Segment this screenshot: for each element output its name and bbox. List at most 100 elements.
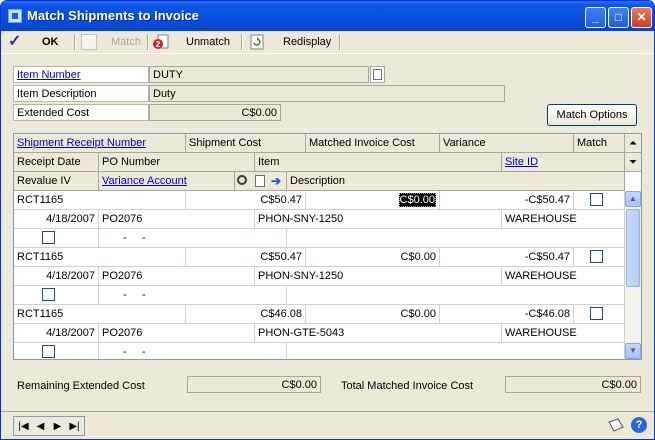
redisplay-button[interactable]: Redisplay bbox=[249, 33, 335, 52]
maximize-button[interactable]: □ bbox=[608, 7, 629, 28]
item-cell: PHON-SNY-1250 bbox=[255, 267, 502, 286]
matched-invoice-cost-cell[interactable]: C$0.00 bbox=[306, 191, 440, 210]
refresh-icon bbox=[249, 34, 265, 50]
shipment-cost-header: Shipment Cost bbox=[186, 134, 306, 153]
receipt-date-cell: 4/18/2007 bbox=[14, 267, 99, 286]
match-checkbox[interactable] bbox=[590, 307, 603, 320]
next-record-icon[interactable]: ▶ bbox=[49, 418, 66, 435]
match-checkbox[interactable] bbox=[590, 193, 603, 206]
ok-label: OK bbox=[42, 36, 59, 48]
minimize-button[interactable]: _ bbox=[585, 7, 606, 28]
search-icon[interactable] bbox=[237, 175, 247, 185]
match-button[interactable]: Match bbox=[81, 33, 145, 52]
description-cell bbox=[287, 343, 625, 359]
matched-invoice-cost-value[interactable]: C$0.00 bbox=[401, 308, 436, 320]
site-id-cell: WAREHOUSE bbox=[502, 324, 625, 343]
shipment-cost-cell: C$46.08 bbox=[186, 305, 306, 324]
expand-rows-icon[interactable]: ⏷ bbox=[625, 153, 641, 172]
arrow-right-icon[interactable]: ➔ bbox=[271, 172, 281, 190]
svg-text:2: 2 bbox=[156, 40, 161, 49]
match-label: Match bbox=[111, 36, 141, 48]
receipt-number-cell[interactable]: RCT1165 bbox=[14, 305, 186, 324]
match-cell bbox=[574, 305, 625, 324]
scroll-up-icon[interactable]: ▲ bbox=[625, 191, 641, 207]
redisplay-label: Redisplay bbox=[283, 36, 332, 48]
match-options-button[interactable]: Match Options bbox=[547, 104, 637, 126]
window-icon bbox=[8, 9, 22, 23]
revalue-iv-cell bbox=[14, 343, 99, 359]
title-bar[interactable]: Match Shipments to Invoice _ □ ✕ bbox=[1, 1, 654, 31]
scroll-down-icon[interactable]: ▼ bbox=[625, 343, 641, 359]
variance-cell: -C$46.08 bbox=[440, 305, 574, 324]
last-record-icon[interactable]: ▶| bbox=[66, 418, 83, 435]
shipment-receipt-number-header[interactable]: Shipment Receipt Number bbox=[14, 134, 186, 153]
toolbar-separator bbox=[74, 34, 76, 50]
vertical-scrollbar[interactable]: ▲ ▼ bbox=[625, 191, 641, 359]
matched-invoice-cost-value[interactable]: C$0.00 bbox=[401, 251, 436, 263]
record-navigation: |◀ ◀ ▶ ▶| bbox=[13, 416, 85, 436]
variance-account-header[interactable]: Variance Account bbox=[99, 172, 235, 191]
receipt-number-cell[interactable]: RCT1165 bbox=[14, 248, 186, 267]
shipment-cost-cell: C$50.47 bbox=[186, 248, 306, 267]
receipt-date-cell: 4/18/2007 bbox=[14, 210, 99, 229]
item-number-field[interactable]: DUTY bbox=[149, 66, 369, 83]
toolbar-separator bbox=[241, 34, 243, 50]
previous-record-icon[interactable]: ◀ bbox=[32, 418, 49, 435]
checkmark-icon: ✓ bbox=[8, 33, 22, 50]
matched-invoice-cost-value[interactable]: C$0.00 bbox=[398, 193, 436, 207]
po-number-cell: PO2076 bbox=[99, 324, 255, 343]
match-checkbox[interactable] bbox=[590, 250, 603, 263]
po-number-header: PO Number bbox=[99, 153, 255, 172]
match-cell bbox=[574, 191, 625, 210]
item-description-field[interactable]: Duty bbox=[149, 85, 505, 102]
unmatch-button[interactable]: 2 Unmatch bbox=[153, 33, 239, 52]
variance-account-cell[interactable]: - - bbox=[99, 343, 287, 359]
status-bar: |◀ ◀ ▶ ▶| ? bbox=[1, 411, 654, 439]
shipment-grid: Shipment Receipt Number Shipment Cost Ma… bbox=[13, 133, 642, 360]
ok-button[interactable]: ✓ OK bbox=[8, 33, 68, 52]
document-icon[interactable] bbox=[255, 175, 265, 187]
account-tools: ➔ bbox=[235, 172, 287, 191]
site-id-cell: WAREHOUSE bbox=[502, 267, 625, 286]
variance-cell: -C$50.47 bbox=[440, 248, 574, 267]
item-description-label: Item Description bbox=[13, 85, 149, 102]
variance-account-cell[interactable]: - - bbox=[99, 229, 287, 248]
matched-invoice-cost-cell[interactable]: C$0.00 bbox=[306, 248, 440, 267]
first-record-icon[interactable]: |◀ bbox=[15, 418, 32, 435]
unmatch-label: Unmatch bbox=[186, 36, 231, 48]
collapse-rows-icon[interactable]: ⏶ bbox=[625, 134, 641, 153]
revalue-iv-checkbox[interactable] bbox=[42, 288, 55, 301]
window-title: Match Shipments to Invoice bbox=[27, 8, 199, 23]
toolbar-separator bbox=[147, 34, 149, 50]
item-number-link[interactable]: Item Number bbox=[13, 66, 149, 83]
total-matched-invoice-cost-label: Total Matched Invoice Cost bbox=[341, 380, 474, 392]
revalue-iv-header: Revalue IV bbox=[14, 172, 99, 191]
site-id-header[interactable]: Site ID bbox=[502, 153, 625, 172]
close-button[interactable]: ✕ bbox=[631, 7, 652, 28]
description-cell bbox=[287, 229, 625, 248]
remaining-extended-cost-label: Remaining Extended Cost bbox=[17, 380, 145, 392]
variance-cell: -C$50.47 bbox=[440, 191, 574, 210]
unmatch-icon: 2 bbox=[153, 34, 169, 50]
po-number-cell: PO2076 bbox=[99, 210, 255, 229]
match-document-icon bbox=[81, 34, 97, 50]
match-header: Match bbox=[574, 134, 625, 153]
note-icon[interactable] bbox=[608, 418, 624, 432]
remaining-extended-cost-field: C$0.00 bbox=[187, 376, 321, 393]
item-lookup-button[interactable] bbox=[370, 66, 385, 83]
revalue-iv-checkbox[interactable] bbox=[42, 345, 55, 358]
window: Match Shipments to Invoice _ □ ✕ ✓ OK Ma… bbox=[0, 0, 655, 440]
receipt-date-header: Receipt Date bbox=[14, 153, 99, 172]
toolbar-separator bbox=[339, 34, 341, 50]
receipt-number-cell[interactable]: RCT1165 bbox=[14, 191, 186, 210]
variance-header: Variance bbox=[440, 134, 574, 153]
revalue-iv-checkbox[interactable] bbox=[42, 231, 55, 244]
revalue-iv-cell bbox=[14, 286, 99, 305]
matched-invoice-cost-cell[interactable]: C$0.00 bbox=[306, 305, 440, 324]
variance-account-cell[interactable]: - - bbox=[99, 286, 287, 305]
receipt-date-cell: 4/18/2007 bbox=[14, 324, 99, 343]
po-number-cell: PO2076 bbox=[99, 267, 255, 286]
help-icon[interactable]: ? bbox=[631, 417, 647, 433]
description-cell bbox=[287, 286, 625, 305]
scroll-thumb[interactable] bbox=[626, 209, 640, 287]
